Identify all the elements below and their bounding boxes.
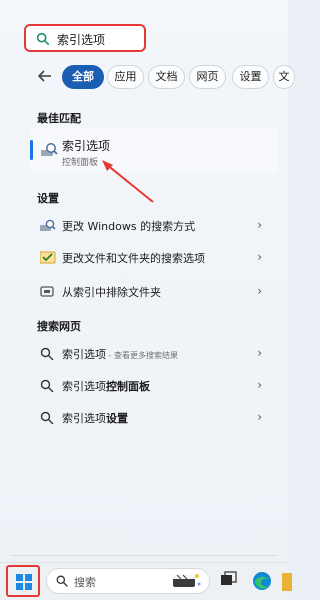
filter-apps[interactable]: 应用	[107, 65, 144, 89]
folder-options-icon	[40, 251, 56, 264]
task-view-icon[interactable]	[220, 571, 238, 589]
search-icon	[56, 575, 68, 587]
search-icon	[40, 347, 54, 361]
settings-item-windows-search[interactable]: 更改 Windows 的搜索方式 ›	[30, 214, 270, 238]
settings-item-label: 从索引中排除文件夹	[62, 286, 161, 299]
windows-logo-icon	[16, 574, 32, 590]
settings-item-exclude-folders[interactable]: 从索引中排除文件夹 ›	[30, 280, 270, 304]
search-input[interactable]: 索引选项	[24, 24, 146, 52]
best-match-subtitle: 控制面板	[62, 158, 99, 168]
edge-browser-icon[interactable]	[252, 571, 272, 591]
web-result-label: 索引选项 - 查看更多搜索结果	[62, 348, 178, 361]
web-result-control-panel[interactable]: 索引选项控制面板 ›	[30, 374, 270, 398]
search-highlight-icon	[173, 574, 201, 587]
web-result-settings[interactable]: 索引选项设置 ›	[30, 406, 270, 430]
back-arrow-icon[interactable]	[37, 68, 53, 84]
settings-item-label: 更改 Windows 的搜索方式	[62, 220, 196, 233]
exclude-folder-icon	[40, 286, 54, 297]
search-icon	[40, 379, 54, 393]
selection-indicator	[30, 140, 33, 160]
file-explorer-icon[interactable]	[282, 573, 292, 591]
filter-web[interactable]: 网页	[189, 65, 226, 89]
chevron-right-icon: ›	[257, 250, 262, 264]
start-search-window: 索引选项 全部 应用 文档 网页 设置 文 最佳匹配 索引选项 控制面板 设置 …	[0, 0, 295, 600]
settings-item-label: 更改文件和文件夹的搜索选项	[62, 252, 205, 265]
best-match-heading: 最佳匹配	[37, 112, 81, 125]
filter-all[interactable]: 全部	[62, 65, 104, 89]
search-icon	[40, 411, 54, 425]
panel-divider	[10, 555, 278, 556]
start-button[interactable]	[6, 565, 40, 597]
web-result-label: 索引选项控制面板	[62, 380, 150, 393]
search-icon	[36, 32, 50, 46]
taskbar: 搜索	[0, 562, 292, 600]
indexing-options-icon	[41, 143, 58, 156]
settings-heading: 设置	[37, 192, 59, 205]
filter-settings[interactable]: 设置	[232, 65, 269, 89]
web-result-more[interactable]: 索引选项 - 查看更多搜索结果 ›	[30, 342, 270, 366]
chevron-right-icon: ›	[257, 218, 262, 232]
web-result-label: 索引选项设置	[62, 412, 128, 425]
chevron-right-icon: ›	[257, 346, 262, 360]
chevron-right-icon: ›	[257, 284, 262, 298]
web-search-heading: 搜索网页	[37, 320, 81, 333]
chevron-right-icon: ›	[257, 410, 262, 424]
filter-documents[interactable]: 文档	[148, 65, 185, 89]
search-query-text: 索引选项	[57, 33, 106, 47]
filter-bar: 全部 应用 文档 网页 设置 文	[0, 65, 295, 91]
best-match-title: 索引选项	[62, 139, 111, 153]
taskbar-search[interactable]: 搜索	[46, 568, 210, 594]
taskbar-search-placeholder: 搜索	[74, 576, 96, 589]
filter-folders[interactable]: 文	[273, 65, 295, 89]
search-settings-icon	[40, 219, 56, 231]
settings-item-file-search-options[interactable]: 更改文件和文件夹的搜索选项 ›	[30, 246, 270, 270]
annotation-arrow-icon	[102, 160, 154, 203]
chevron-right-icon: ›	[257, 378, 262, 392]
